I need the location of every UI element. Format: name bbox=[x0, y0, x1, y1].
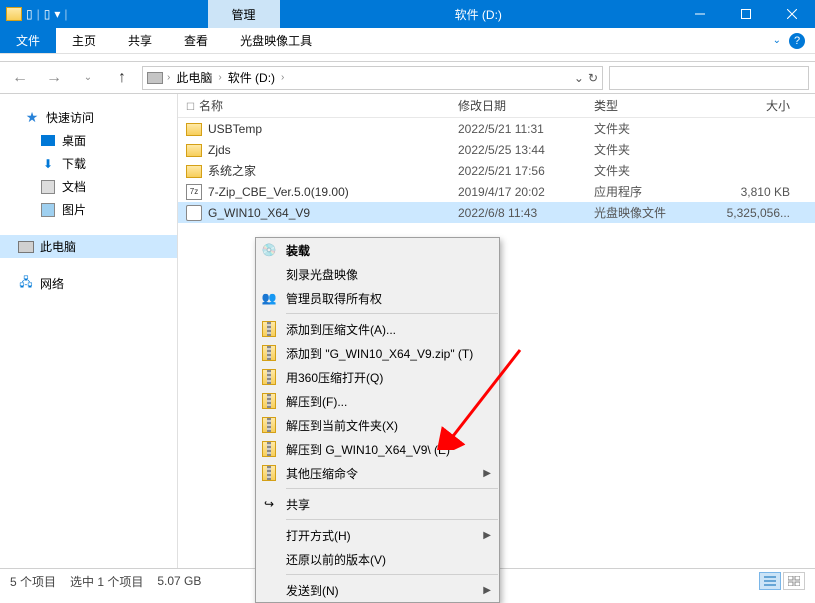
sidebar: ★快速访问 桌面 ⬇下载 文档 图片 此电脑 🖧网络 bbox=[0, 94, 178, 568]
cm-restore[interactable]: 还原以前的版本(V) bbox=[256, 547, 499, 571]
document-icon bbox=[40, 179, 56, 195]
zip-icon bbox=[260, 464, 278, 482]
chevron-right-icon: ▶ bbox=[483, 585, 491, 596]
icons-view-button[interactable] bbox=[783, 572, 805, 590]
iso-icon bbox=[186, 205, 202, 221]
ribbon-collapse-icon[interactable]: ⌄ bbox=[773, 35, 781, 46]
forward-button: → bbox=[40, 65, 68, 91]
cm-other-zip[interactable]: 其他压缩命令▶ bbox=[256, 461, 499, 485]
address-dropdown-icon[interactable]: ⌄ bbox=[574, 71, 584, 85]
crumb-drive[interactable]: 软件 (D:) bbox=[226, 69, 277, 86]
titlebar: ▯ | ▯ ▾ | 管理 软件 (D:) bbox=[0, 0, 815, 28]
tab-home[interactable]: 主页 bbox=[56, 28, 112, 53]
cm-send-to[interactable]: 发送到(N)▶ bbox=[256, 578, 499, 602]
back-button[interactable]: ← bbox=[6, 65, 34, 91]
tab-file[interactable]: 文件 bbox=[0, 28, 56, 53]
cm-burn[interactable]: 刻录光盘映像 bbox=[256, 262, 499, 286]
zip-icon bbox=[260, 392, 278, 410]
cm-admin[interactable]: 👥管理员取得所有权 bbox=[256, 286, 499, 310]
cm-extract-here[interactable]: 解压到当前文件夹(X) bbox=[256, 413, 499, 437]
pictures-icon bbox=[40, 202, 56, 218]
tab-share[interactable]: 共享 bbox=[112, 28, 168, 53]
cm-add-archive[interactable]: 添加到压缩文件(A)... bbox=[256, 317, 499, 341]
tab-view[interactable]: 查看 bbox=[168, 28, 224, 53]
file-row-selected[interactable]: G_WIN10_X64_V9 2022/6/8 11:43 光盘映像文件 5,3… bbox=[178, 202, 815, 223]
context-menu: 💿装载 刻录光盘映像 👥管理员取得所有权 添加到压缩文件(A)... 添加到 "… bbox=[255, 237, 500, 603]
col-type: 类型 bbox=[586, 97, 692, 114]
cm-extract-to[interactable]: 解压到(F)... bbox=[256, 389, 499, 413]
pc-icon bbox=[18, 239, 34, 255]
folder-icon bbox=[186, 123, 202, 136]
tab-disc-tool[interactable]: 光盘映像工具 bbox=[224, 28, 328, 53]
ribbon-area bbox=[0, 54, 815, 62]
app-icon: 7z bbox=[186, 184, 202, 200]
maximize-button[interactable] bbox=[723, 0, 769, 28]
sidebar-network[interactable]: 🖧网络 bbox=[0, 272, 177, 295]
crumb-pc[interactable]: 此电脑 bbox=[174, 69, 214, 86]
sidebar-pictures[interactable]: 图片 bbox=[0, 198, 177, 221]
file-row[interactable]: Zjds 2022/5/25 13:44 文件夹 bbox=[178, 139, 815, 160]
up-button[interactable]: ↑ bbox=[108, 65, 136, 91]
cm-mount[interactable]: 💿装载 bbox=[256, 238, 499, 262]
zip-icon bbox=[260, 440, 278, 458]
help-icon[interactable]: ? bbox=[789, 33, 805, 49]
chevron-right-icon: ▶ bbox=[483, 468, 491, 479]
download-icon: ⬇ bbox=[40, 156, 56, 172]
window-title: 软件 (D:) bbox=[280, 6, 677, 23]
search-input[interactable] bbox=[609, 66, 809, 90]
details-view-button[interactable] bbox=[759, 572, 781, 590]
sidebar-desktop[interactable]: 桌面 bbox=[0, 129, 177, 152]
zip-icon bbox=[260, 416, 278, 434]
status-selected: 选中 1 个项目 bbox=[70, 573, 143, 590]
users-icon: 👥 bbox=[260, 289, 278, 307]
refresh-icon[interactable]: ↻ bbox=[588, 71, 598, 85]
recent-button[interactable]: ⌄ bbox=[74, 65, 102, 91]
cm-add-zip[interactable]: 添加到 "G_WIN10_X64_V9.zip" (T) bbox=[256, 341, 499, 365]
folder-icon bbox=[186, 144, 202, 157]
sidebar-downloads[interactable]: ⬇下载 bbox=[0, 152, 177, 175]
col-size: 大小 bbox=[692, 97, 798, 114]
quick-access-toolbar: ▯ | ▯ ▾ | bbox=[0, 7, 74, 21]
sidebar-documents[interactable]: 文档 bbox=[0, 175, 177, 198]
status-item-count: 5 个项目 bbox=[10, 573, 56, 590]
breadcrumb[interactable]: › 此电脑 › 软件 (D:) › ⌄ ↻ bbox=[142, 66, 603, 90]
col-date: 修改日期 bbox=[450, 97, 586, 114]
col-name: ☐名称 bbox=[178, 97, 450, 114]
address-bar: ← → ⌄ ↑ › 此电脑 › 软件 (D:) › ⌄ ↻ bbox=[0, 62, 815, 94]
disc-icon: 💿 bbox=[260, 241, 278, 259]
desktop-icon bbox=[40, 133, 56, 149]
qat-overflow[interactable]: ▾ bbox=[54, 7, 60, 21]
context-tab-manage[interactable]: 管理 bbox=[208, 0, 280, 28]
cm-open-360[interactable]: 用360压缩打开(Q) bbox=[256, 365, 499, 389]
folder-icon bbox=[186, 165, 202, 178]
status-size: 5.07 GB bbox=[157, 574, 201, 588]
file-row[interactable]: 系统之家 2022/5/21 17:56 文件夹 bbox=[178, 160, 815, 181]
sidebar-this-pc[interactable]: 此电脑 bbox=[0, 235, 177, 258]
column-headers[interactable]: ☐名称 修改日期 类型 大小 bbox=[178, 94, 815, 118]
ribbon-tabs: 文件 主页 共享 查看 光盘映像工具 ⌄ ? bbox=[0, 28, 815, 54]
sidebar-quick-access[interactable]: ★快速访问 bbox=[0, 106, 177, 129]
zip-icon bbox=[260, 320, 278, 338]
cm-open-with[interactable]: 打开方式(H)▶ bbox=[256, 523, 499, 547]
zip-icon bbox=[260, 344, 278, 362]
qat-item[interactable]: ▯ bbox=[26, 7, 33, 21]
zip-icon bbox=[260, 368, 278, 386]
qat-item[interactable]: ▯ bbox=[44, 7, 51, 21]
minimize-button[interactable] bbox=[677, 0, 723, 28]
file-row[interactable]: USBTemp 2022/5/21 11:31 文件夹 bbox=[178, 118, 815, 139]
close-button[interactable] bbox=[769, 0, 815, 28]
folder-icon bbox=[6, 7, 22, 21]
share-icon: ↪ bbox=[260, 495, 278, 513]
network-icon: 🖧 bbox=[18, 276, 34, 292]
file-row[interactable]: 7z7-Zip_CBE_Ver.5.0(19.00) 2019/4/17 20:… bbox=[178, 181, 815, 202]
pc-icon bbox=[147, 72, 163, 84]
cm-extract-named[interactable]: 解压到 G_WIN10_X64_V9\ (E) bbox=[256, 437, 499, 461]
star-icon: ★ bbox=[24, 110, 40, 126]
cm-share[interactable]: ↪共享 bbox=[256, 492, 499, 516]
chevron-right-icon: ▶ bbox=[483, 530, 491, 541]
